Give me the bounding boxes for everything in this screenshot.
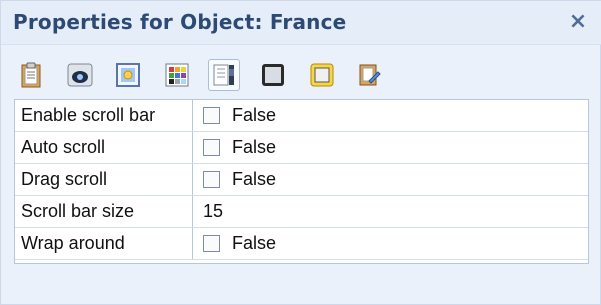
property-row-enable-scroll-bar: Enable scroll bar False xyxy=(15,100,588,132)
wrap-around-checkbox[interactable] xyxy=(203,235,220,252)
property-label: Auto scroll xyxy=(15,132,193,163)
image-icon xyxy=(116,63,140,87)
close-icon: × xyxy=(568,8,588,34)
scroll-tool-button[interactable] xyxy=(208,59,240,91)
drag-scroll-checkbox[interactable] xyxy=(203,171,220,188)
visibility-tool-button[interactable] xyxy=(64,59,96,91)
frame-icon xyxy=(262,64,284,86)
eye-icon xyxy=(67,63,93,87)
properties-table: Enable scroll bar False Auto scroll Fals… xyxy=(14,99,589,264)
property-label: Enable scroll bar xyxy=(15,100,193,131)
property-value-cell[interactable]: False xyxy=(193,164,588,195)
edit-tool-button[interactable] xyxy=(353,59,385,91)
panel-footer xyxy=(14,264,589,284)
property-value-cell[interactable]: False xyxy=(193,100,588,131)
border-icon xyxy=(310,63,334,87)
property-label: Drag scroll xyxy=(15,164,193,195)
property-row-wrap-around: Wrap around False xyxy=(15,228,588,260)
property-label: Wrap around xyxy=(15,228,193,259)
auto-scroll-checkbox[interactable] xyxy=(203,139,220,156)
property-value-text: False xyxy=(232,105,277,125)
property-row-scroll-bar-size: Scroll bar size 15 xyxy=(15,196,588,228)
scroll-bar-size-input[interactable]: 15 xyxy=(193,196,588,227)
property-value-text: False xyxy=(232,233,277,253)
property-value-text: 15 xyxy=(203,201,224,221)
property-value-text: False xyxy=(232,137,277,157)
clipboard-tool-button[interactable] xyxy=(15,59,47,91)
toolbar xyxy=(1,45,601,99)
property-label: Scroll bar size xyxy=(15,196,193,227)
image-tool-button[interactable] xyxy=(112,59,144,91)
panel-title: Properties for Object: France xyxy=(13,10,347,34)
property-row-auto-scroll: Auto scroll False xyxy=(15,132,588,164)
property-value-cell[interactable]: False xyxy=(193,132,588,163)
color-palette-icon xyxy=(165,63,189,87)
property-value-text: False xyxy=(232,169,277,189)
close-button[interactable]: × xyxy=(566,8,590,34)
edit-document-icon xyxy=(359,64,381,86)
scroll-properties-icon xyxy=(213,64,234,86)
frame-tool-button[interactable] xyxy=(257,59,289,91)
enable-scroll-bar-checkbox[interactable] xyxy=(203,107,220,124)
title-bar: Properties for Object: France × xyxy=(1,1,601,45)
property-value-cell[interactable]: False xyxy=(193,228,588,259)
properties-panel: Properties for Object: France × Enable s… xyxy=(0,0,601,305)
palette-tool-button[interactable] xyxy=(161,59,193,91)
border-tool-button[interactable] xyxy=(306,59,338,91)
clipboard-icon xyxy=(21,62,41,88)
property-row-drag-scroll: Drag scroll False xyxy=(15,164,588,196)
